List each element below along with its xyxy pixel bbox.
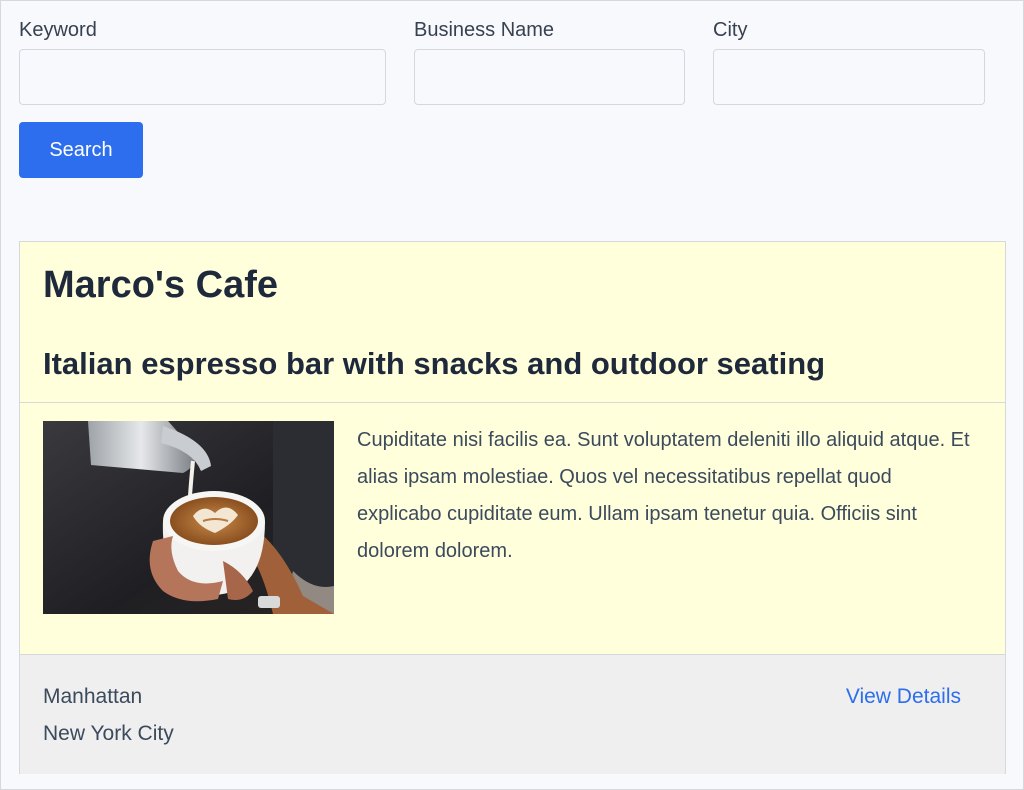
listing-subtitle: Italian espresso bar with snacks and out… xyxy=(43,346,826,381)
listing-title: Marco's Cafe xyxy=(43,264,279,306)
view-details-link[interactable]: View Details xyxy=(846,685,961,709)
latte-art-photo-icon xyxy=(43,421,334,614)
listing-neighborhood: Manhattan xyxy=(43,685,143,708)
city-label: City xyxy=(713,19,748,41)
listing-card: Marco's Cafe Italian espresso bar with s… xyxy=(19,241,1006,774)
business-name-label: Business Name xyxy=(414,19,555,41)
search-page: Keyword Business Name City Search Marco'… xyxy=(0,0,1024,790)
search-button[interactable]: Search xyxy=(19,122,143,178)
listing-description: Cupiditate nisi facilis ea. Sunt volupta… xyxy=(357,429,970,562)
card-divider xyxy=(20,402,1005,403)
city-input[interactable] xyxy=(713,49,985,105)
keyword-label: Keyword xyxy=(19,19,97,41)
listing-footer: Manhattan New York City View Details xyxy=(20,654,1005,774)
listing-city: New York City xyxy=(43,722,174,745)
business-name-input[interactable] xyxy=(414,49,685,105)
keyword-input[interactable] xyxy=(19,49,386,105)
